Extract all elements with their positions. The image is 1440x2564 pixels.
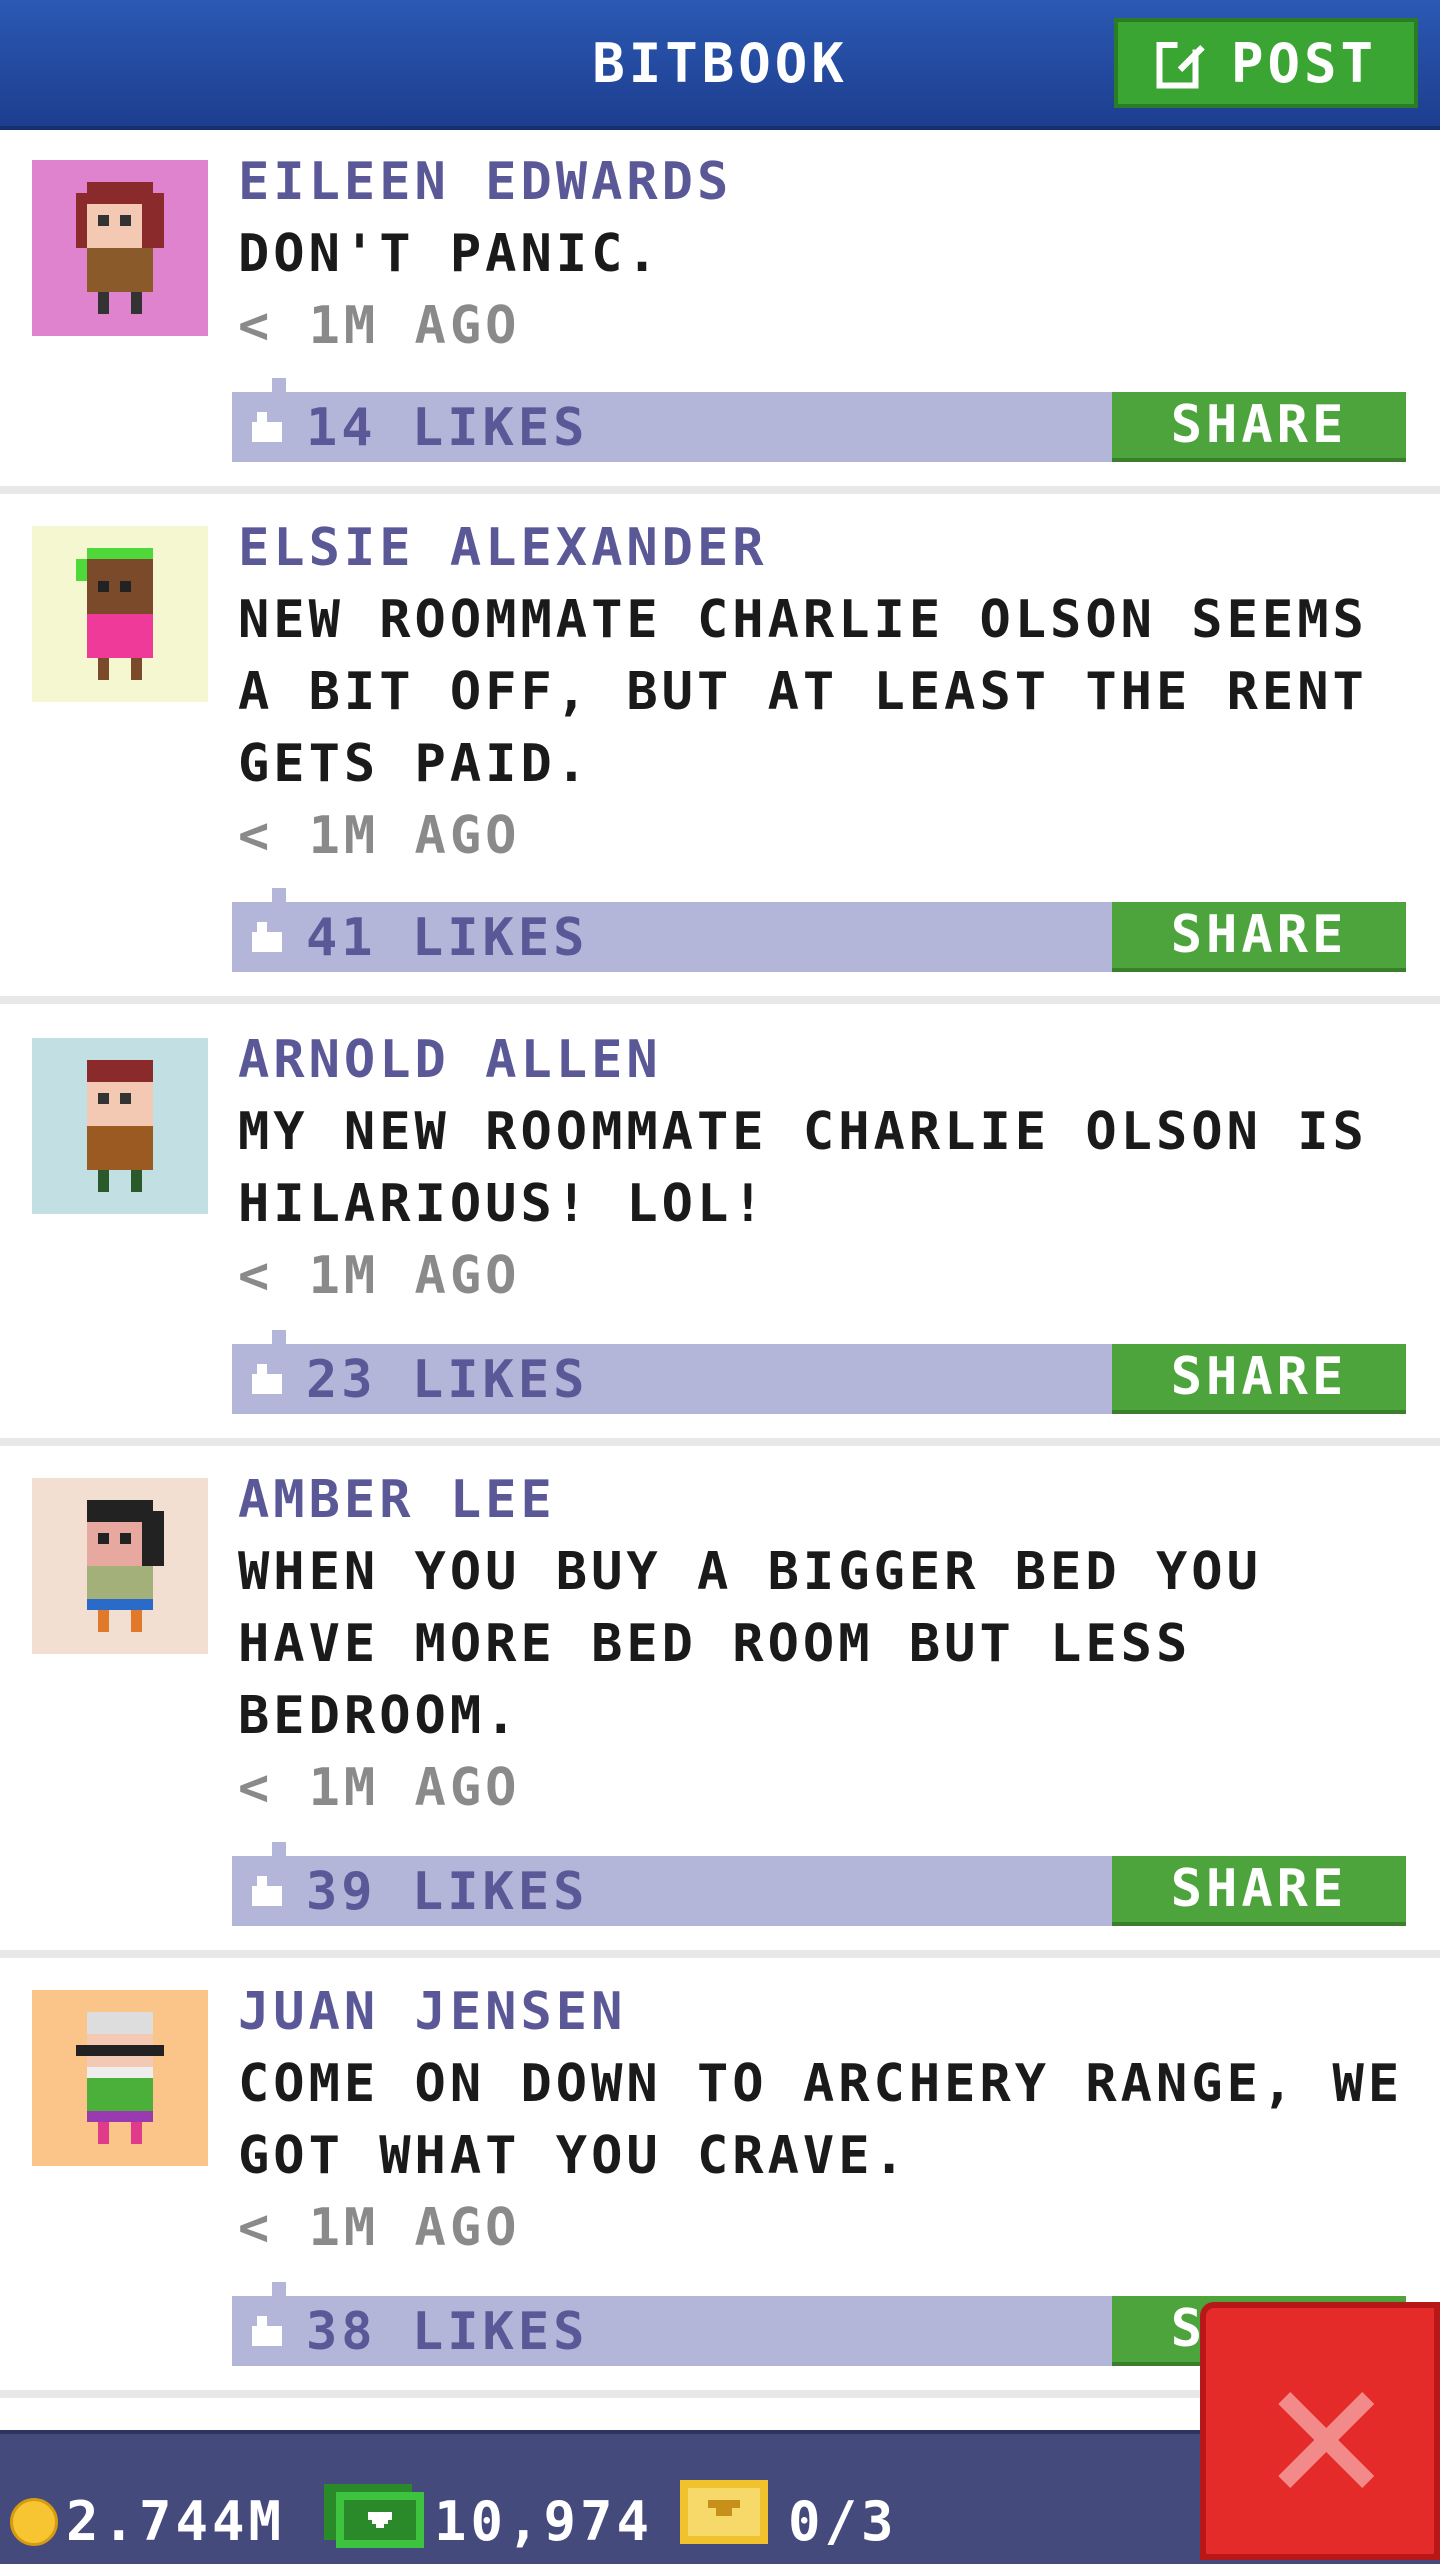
like-bar: 23 LIKES SHARE [232,1330,1406,1414]
likes-count: 14 LIKES [306,398,589,458]
post-text: COME ON DOWN TO ARCHERY RANGE, WE GOT WH… [238,2054,1404,2186]
app-header: BITBOOK POST [0,0,1440,130]
post-time: < 1M AGO [238,296,521,356]
post-author[interactable]: ELSIE ALEXANDER [238,512,768,584]
share-button[interactable]: SHARE [1112,1344,1406,1414]
thumbs-up-icon [252,412,282,442]
avatar [32,526,208,702]
avatar [32,1990,208,2166]
thumbs-up-icon [252,922,282,952]
divider [0,996,1440,1004]
post-time: < 1M AGO [238,2198,521,2258]
bux-count: 10,974 [434,2490,654,2553]
post-author[interactable]: ARNOLD ALLEN [238,1024,662,1096]
avatar [32,1038,208,1214]
compose-icon [1156,40,1205,89]
thumbs-up-icon [252,2316,282,2346]
divider [0,486,1440,494]
post-time: < 1M AGO [238,806,521,866]
like-bar: 41 LIKES SHARE [232,888,1406,972]
post-button-label: POST [1230,31,1378,95]
post-time: < 1M AGO [238,1758,521,1818]
thumbs-up-icon [252,1876,282,1906]
post-text: WHEN YOU BUY A BIGGER BED YOU HAVE MORE … [238,1542,1262,1746]
share-button[interactable]: SHARE [1112,1856,1406,1926]
post-author[interactable]: EILEEN EDWARDS [238,146,732,218]
thumbs-up-icon [252,1364,282,1394]
close-button[interactable] [1200,2302,1440,2560]
coins-count: 2.744M [66,2490,286,2553]
likes-count: 41 LIKES [306,908,589,968]
post-author[interactable]: JUAN JENSEN [238,1976,626,2048]
bux-icon [324,2484,424,2548]
close-icon [1278,2392,1374,2488]
post-time: < 1M AGO [238,1246,521,1306]
post-text: NEW ROOMMATE CHARLIE OLSON SEEMS A BIT O… [238,590,1368,794]
share-button[interactable]: SHARE [1112,902,1406,972]
post-text: MY NEW ROOMMATE CHARLIE OLSON IS HILARIO… [238,1102,1368,1234]
avatar [32,1478,208,1654]
tickets-count: 0/3 [788,2490,898,2553]
post-author[interactable]: AMBER LEE [238,1464,556,1536]
share-button[interactable]: SHARE [1112,392,1406,462]
post-button[interactable]: POST [1114,18,1418,108]
likes-count: 23 LIKES [306,1350,589,1410]
coin-icon [10,2498,58,2546]
likes-count: 39 LIKES [306,1862,589,1922]
divider [0,1438,1440,1446]
likes-count: 38 LIKES [306,2302,589,2362]
ticket-icon [680,2480,768,2544]
divider [0,1950,1440,1958]
avatar [32,160,208,336]
like-bar: 14 LIKES SHARE [232,378,1406,462]
like-bar: 39 LIKES SHARE [232,1842,1406,1926]
post-text: DON'T PANIC. [238,224,662,284]
